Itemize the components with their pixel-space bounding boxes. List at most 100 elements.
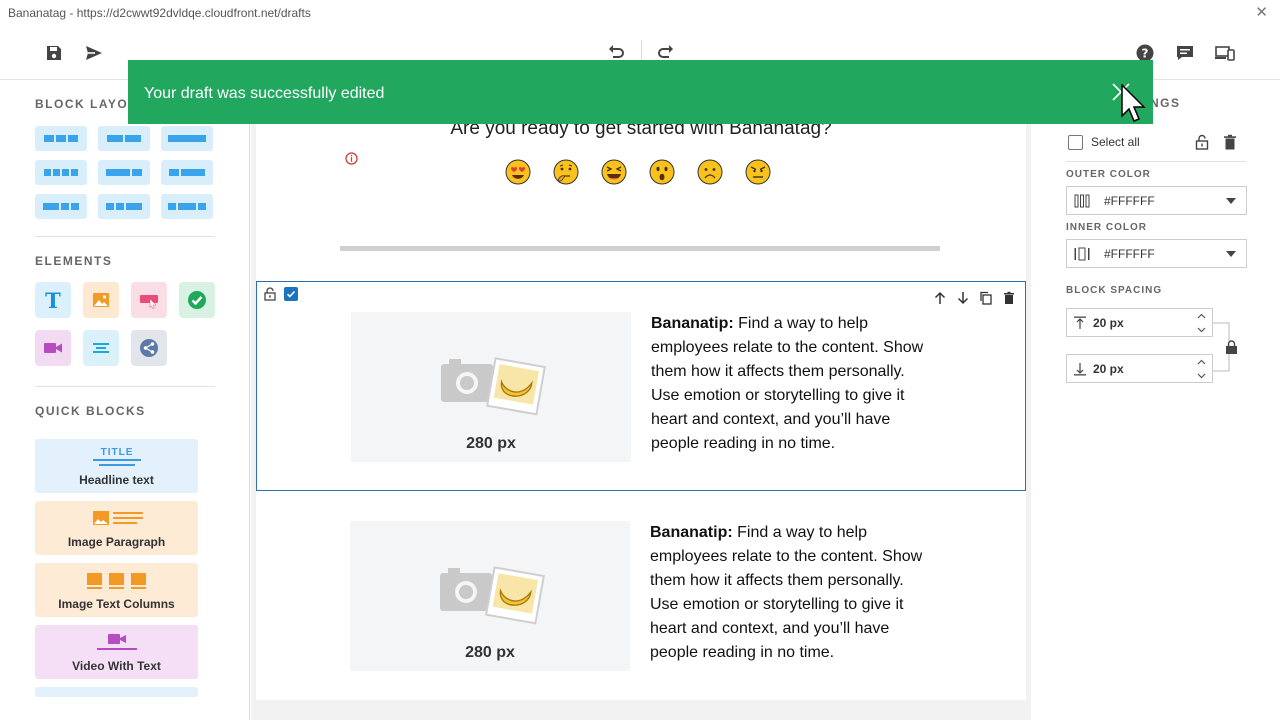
- outer-color-select[interactable]: #FFFFFF: [1066, 186, 1247, 215]
- layout-narrow-wide[interactable]: [161, 160, 213, 185]
- spacing-bottom-field: [1066, 354, 1213, 383]
- headline-art-title: TITLE: [100, 447, 133, 458]
- layout-wide-narrow[interactable]: [98, 160, 150, 185]
- quick-block-video-with-text-label: Video With Text: [72, 659, 161, 673]
- bananatip-body: Find a way to help employees relate to t…: [650, 524, 923, 661]
- image-placeholder[interactable]: 280 px: [350, 521, 630, 671]
- window-close-button[interactable]: ✕: [1255, 3, 1268, 21]
- frowning-emoji-icon[interactable]: [697, 159, 723, 185]
- chevron-down-icon[interactable]: [1195, 324, 1207, 336]
- share-element-icon[interactable]: [131, 330, 167, 366]
- quick-block-video-with-text[interactable]: Video With Text: [35, 625, 198, 679]
- quick-block-image-paragraph[interactable]: Image Paragraph: [35, 501, 198, 555]
- chevron-up-icon[interactable]: [1195, 310, 1207, 322]
- quick-block-headline[interactable]: TITLE Headline text: [35, 439, 198, 493]
- success-toast: Your draft was successfully edited: [128, 60, 1153, 124]
- right-divider: [1066, 161, 1246, 162]
- settings-heading: NGS: [1150, 96, 1181, 110]
- laughing-emoji-icon[interactable]: [601, 159, 627, 185]
- elements-title: ELEMENTS: [35, 254, 113, 268]
- image-placeholder[interactable]: 280 px: [351, 312, 631, 462]
- select-all-checkbox[interactable]: [1068, 135, 1083, 150]
- layout-narrow-wide-narrow[interactable]: [161, 194, 213, 219]
- image-paragraph-art: [35, 507, 198, 531]
- quick-block-partial[interactable]: [35, 687, 198, 697]
- photo-placeholder-icon: [441, 357, 546, 416]
- image-element-icon[interactable]: [83, 282, 119, 318]
- chevron-down-icon: [1226, 251, 1236, 257]
- delete-block-icon[interactable]: [1001, 290, 1017, 306]
- quick-blocks-title: QUICK BLOCKS: [35, 404, 146, 418]
- inner-color-icon: [1074, 247, 1090, 261]
- bananatip-bold: Bananatip:: [650, 524, 733, 541]
- image-size-label: 280 px: [465, 644, 515, 661]
- quick-block-image-text-columns[interactable]: Image Text Columns: [35, 563, 198, 617]
- quick-block-image-paragraph-label: Image Paragraph: [67, 535, 166, 549]
- divider-element-icon[interactable]: [83, 330, 119, 366]
- spacing-bottom-icon: [1074, 363, 1086, 376]
- outer-color-icon: [1074, 194, 1090, 208]
- content-divider[interactable]: [340, 246, 940, 251]
- outer-color-label: OUTER COLOR: [1066, 169, 1151, 180]
- spacing-top-input[interactable]: [1093, 314, 1183, 332]
- block-toolbar: [932, 290, 1017, 306]
- lock-all-icon[interactable]: [1194, 134, 1210, 150]
- inner-color-value: #FFFFFF: [1104, 247, 1155, 261]
- surprised-emoji-icon[interactable]: [649, 159, 675, 185]
- inner-color-label: INNER COLOR: [1066, 222, 1147, 233]
- info-icon[interactable]: [345, 152, 358, 165]
- block-spacing-label: BLOCK SPACING: [1066, 285, 1163, 296]
- block-lock-icon[interactable]: [263, 287, 277, 301]
- svg-text:T: T: [45, 289, 61, 311]
- image-text-columns-art: [35, 569, 198, 593]
- left-panel: BLOCK LAYOUTS ELEMENTS T QUICK BLOCKS TI…: [0, 80, 250, 720]
- window-title: Bananatag - https://d2cwwt92dvldqe.cloud…: [8, 6, 311, 20]
- content-block-selected[interactable]: 280 px Bananatip: Find a way to help emp…: [256, 281, 1026, 491]
- duplicate-icon[interactable]: [978, 290, 994, 306]
- heart-eyes-emoji-icon[interactable]: [505, 159, 531, 185]
- email-canvas: Are you ready to get started with Banana…: [256, 80, 1026, 700]
- send-icon[interactable]: [83, 42, 105, 64]
- spacing-bottom-input[interactable]: [1093, 360, 1183, 378]
- layout-wide-two-narrow[interactable]: [35, 194, 87, 219]
- bananatip-body: Find a way to help employees relate to t…: [651, 315, 924, 452]
- left-divider-2: [35, 386, 215, 387]
- move-up-icon[interactable]: [932, 290, 948, 306]
- app-window: Bananatag - https://d2cwwt92dvldqe.cloud…: [0, 0, 1280, 720]
- button-element-icon[interactable]: [131, 282, 167, 318]
- comment-icon[interactable]: [1174, 42, 1196, 64]
- devices-icon[interactable]: [1214, 42, 1236, 64]
- emoji-rating-row: [505, 159, 771, 185]
- save-icon[interactable]: [43, 42, 65, 64]
- chevron-up-icon[interactable]: [1195, 356, 1207, 368]
- left-divider-1: [35, 236, 215, 237]
- block-select-checkbox[interactable]: [284, 287, 298, 301]
- layout-one-column[interactable]: [161, 126, 213, 151]
- photo-placeholder-icon: [440, 566, 545, 625]
- layout-two-narrow-wide[interactable]: [98, 194, 150, 219]
- elements-grid: T: [35, 282, 215, 366]
- delete-all-icon[interactable]: [1222, 134, 1238, 150]
- bananatip-text[interactable]: Bananatip: Find a way to help employees …: [650, 521, 935, 665]
- checkmark-element-icon[interactable]: [179, 282, 215, 318]
- block-layout-grid: [35, 126, 213, 219]
- thinking-emoji-icon[interactable]: [553, 159, 579, 185]
- quick-block-headline-label: Headline text: [79, 473, 154, 487]
- outer-color-value: #FFFFFF: [1104, 194, 1155, 208]
- inner-color-select[interactable]: #FFFFFF: [1066, 239, 1247, 268]
- bananatip-bold: Bananatip:: [651, 315, 734, 332]
- chevron-down-icon[interactable]: [1195, 370, 1207, 382]
- layout-four-equal[interactable]: [35, 160, 87, 185]
- spacing-lock-icon[interactable]: [1225, 340, 1238, 354]
- video-element-icon[interactable]: [35, 330, 71, 366]
- spacing-top-field: [1066, 308, 1213, 337]
- move-down-icon[interactable]: [955, 290, 971, 306]
- mouse-cursor-icon: [1121, 84, 1146, 122]
- image-size-label: 280 px: [466, 435, 516, 452]
- content-block[interactable]: 280 px Bananatip: Find a way to help emp…: [256, 491, 1026, 701]
- text-element-icon[interactable]: T: [35, 282, 71, 318]
- layout-three-equal[interactable]: [35, 126, 87, 151]
- angry-emoji-icon[interactable]: [745, 159, 771, 185]
- layout-two-equal[interactable]: [98, 126, 150, 151]
- bananatip-text[interactable]: Bananatip: Find a way to help employees …: [651, 312, 936, 456]
